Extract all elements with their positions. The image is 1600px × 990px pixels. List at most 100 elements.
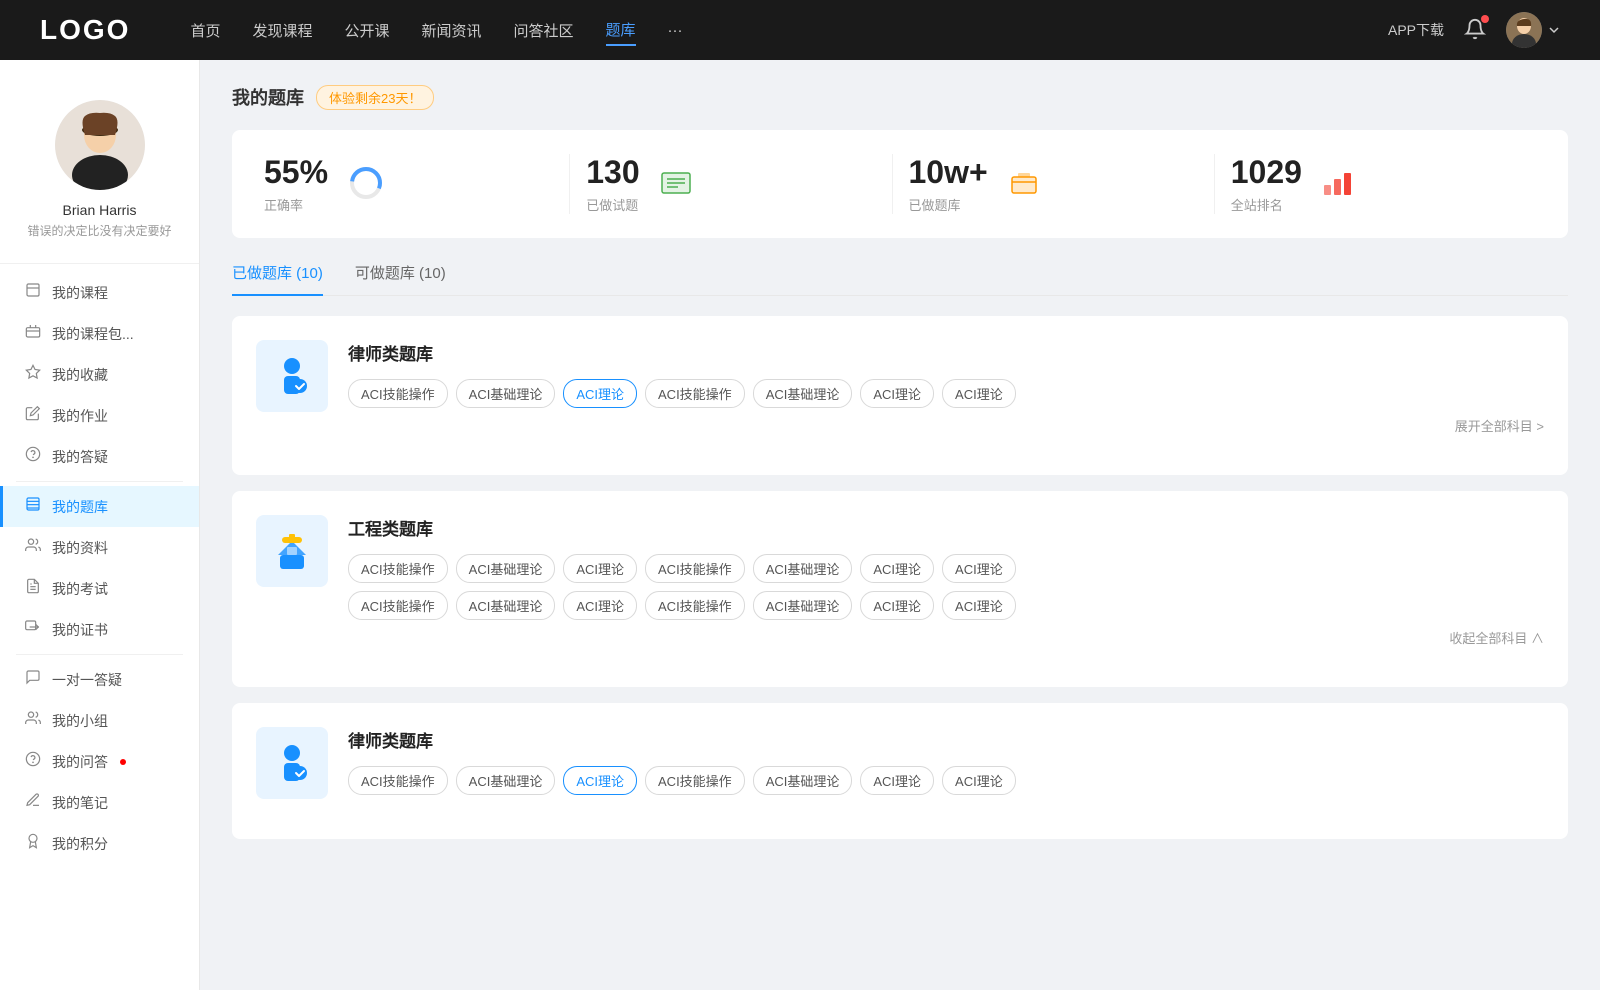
stat-banks-done-value: 10w+	[909, 154, 988, 191]
sidebar-label-my-qa: 我的问答	[52, 752, 108, 772]
course-icon	[24, 282, 42, 303]
tag-3-1[interactable]: ACI基础理论	[456, 766, 556, 795]
sidebar: Brian Harris 错误的决定比没有决定要好 我的课程 我的课程包...	[0, 60, 200, 990]
tag-2-0-1[interactable]: ACI基础理论	[456, 554, 556, 583]
star-icon	[24, 364, 42, 385]
tag-3-4[interactable]: ACI基础理论	[753, 766, 853, 795]
user-motto: 错误的决定比没有决定要好	[16, 222, 183, 239]
tab-done-banks[interactable]: 已做题库 (10)	[232, 262, 323, 295]
expand-link-1[interactable]: 展开全部科目 >	[348, 416, 1544, 435]
sidebar-item-homework[interactable]: 我的作业	[0, 395, 199, 436]
homework-icon	[24, 405, 42, 426]
stats-card: 55% 正确率 130 已做试题	[232, 130, 1568, 238]
nav-more[interactable]: ···	[668, 18, 683, 43]
sidebar-menu: 我的课程 我的课程包... 我的收藏 我的作业	[0, 272, 199, 864]
trial-badge: 体验剩余23天！	[316, 85, 434, 110]
sidebar-label-tutoring: 一对一答疑	[52, 670, 122, 690]
qbank-header-3: 律师类题库 ACI技能操作 ACI基础理论 ACI理论 ACI技能操作 ACI基…	[256, 727, 1544, 799]
page-title: 我的题库	[232, 84, 304, 110]
tag-2-0-3[interactable]: ACI技能操作	[645, 554, 745, 583]
collapse-link-2[interactable]: 收起全部科目 ∧	[348, 628, 1544, 647]
sidebar-item-exam[interactable]: 我的考试	[0, 568, 199, 609]
qbank-title-2: 工程类题库	[348, 515, 1544, 540]
qbank-content-2: 工程类题库 ACI技能操作 ACI基础理论 ACI理论 ACI技能操作 ACI基…	[348, 515, 1544, 647]
tag-2-0-0[interactable]: ACI技能操作	[348, 554, 448, 583]
main-content: 我的题库 体验剩余23天！ 55% 正确率 130	[200, 60, 1600, 990]
tag-2-0-5[interactable]: ACI理论	[860, 554, 934, 583]
tag-3-6[interactable]: ACI理论	[942, 766, 1016, 795]
tag-3-0[interactable]: ACI技能操作	[348, 766, 448, 795]
qbank-content-3: 律师类题库 ACI技能操作 ACI基础理论 ACI理论 ACI技能操作 ACI基…	[348, 727, 1544, 795]
tag-2-1-0[interactable]: ACI技能操作	[348, 591, 448, 620]
nav-news[interactable]: 新闻资讯	[422, 16, 482, 45]
app-download-button[interactable]: APP下载	[1388, 20, 1444, 40]
nav-courses[interactable]: 发现课程	[252, 16, 312, 45]
tag-3-2[interactable]: ACI理论	[563, 766, 637, 795]
sidebar-label-notes: 我的笔记	[52, 793, 108, 813]
qbank-header-1: 律师类题库 ACI技能操作 ACI基础理论 ACI理论 ACI技能操作 ACI基…	[256, 340, 1544, 435]
tag-1-5[interactable]: ACI理论	[860, 379, 934, 408]
tag-2-1-1[interactable]: ACI基础理论	[456, 591, 556, 620]
tab-available-banks[interactable]: 可做题库 (10)	[355, 262, 446, 295]
certificate-icon	[24, 619, 42, 640]
nav-open-course[interactable]: 公开课	[344, 16, 389, 45]
user-profile: Brian Harris 错误的决定比没有决定要好	[0, 80, 199, 264]
sidebar-item-tutoring[interactable]: 一对一答疑	[0, 659, 199, 700]
tag-2-1-4[interactable]: ACI基础理论	[753, 591, 853, 620]
stat-rank-label: 全站排名	[1231, 195, 1302, 214]
tag-2-1-5[interactable]: ACI理论	[860, 591, 934, 620]
qbank-title-1: 律师类题库	[348, 340, 1544, 365]
sidebar-label-exam: 我的考试	[52, 579, 108, 599]
tag-1-2[interactable]: ACI理论	[563, 379, 637, 408]
tag-1-3[interactable]: ACI技能操作	[645, 379, 745, 408]
sidebar-item-questions[interactable]: 我的答疑	[0, 436, 199, 477]
sidebar-label-group: 我的小组	[52, 711, 108, 731]
tag-2-1-2[interactable]: ACI理论	[563, 591, 637, 620]
avatar	[55, 100, 145, 190]
logo[interactable]: LOGO	[40, 14, 130, 46]
tag-2-1-6[interactable]: ACI理论	[942, 591, 1016, 620]
package-icon	[24, 323, 42, 344]
tag-1-0[interactable]: ACI技能操作	[348, 379, 448, 408]
tag-1-4[interactable]: ACI基础理论	[753, 379, 853, 408]
notification-bell[interactable]	[1464, 18, 1486, 43]
group-icon	[24, 710, 42, 731]
sidebar-item-qbank[interactable]: 我的题库	[0, 486, 199, 527]
tag-1-1[interactable]: ACI基础理论	[456, 379, 556, 408]
divider-2	[16, 654, 183, 655]
nav-home[interactable]: 首页	[190, 16, 220, 45]
stat-questions-done: 130 已做试题	[570, 154, 892, 214]
qbank-content-1: 律师类题库 ACI技能操作 ACI基础理论 ACI理论 ACI技能操作 ACI基…	[348, 340, 1544, 435]
sidebar-label-course-package: 我的课程包...	[52, 324, 134, 344]
qbank-card-1: 律师类题库 ACI技能操作 ACI基础理论 ACI理论 ACI技能操作 ACI基…	[232, 316, 1568, 475]
sidebar-label-questions: 我的答疑	[52, 447, 108, 467]
tag-2-0-6[interactable]: ACI理论	[942, 554, 1016, 583]
sidebar-item-profile[interactable]: 我的资料	[0, 527, 199, 568]
tag-3-3[interactable]: ACI技能操作	[645, 766, 745, 795]
sidebar-item-certificate[interactable]: 我的证书	[0, 609, 199, 650]
nav-qbank[interactable]: 题库	[606, 15, 636, 46]
tag-1-6[interactable]: ACI理论	[942, 379, 1016, 408]
qbank-icon-lawyer-1	[256, 340, 328, 412]
tags-row-2b: ACI技能操作 ACI基础理论 ACI理论 ACI技能操作 ACI基础理论 AC…	[348, 591, 1544, 620]
sidebar-item-my-qa[interactable]: 我的问答	[0, 741, 199, 782]
sidebar-item-group[interactable]: 我的小组	[0, 700, 199, 741]
tag-2-0-2[interactable]: ACI理论	[563, 554, 637, 583]
sidebar-item-favorites[interactable]: 我的收藏	[0, 354, 199, 395]
notes-icon	[24, 792, 42, 813]
tag-3-5[interactable]: ACI理论	[860, 766, 934, 795]
divider-1	[16, 481, 183, 482]
sidebar-label-homework: 我的作业	[52, 406, 108, 426]
qbank-card-2: 工程类题库 ACI技能操作 ACI基础理论 ACI理论 ACI技能操作 ACI基…	[232, 491, 1568, 687]
nav-qa[interactable]: 问答社区	[514, 16, 574, 45]
tag-2-0-4[interactable]: ACI基础理论	[753, 554, 853, 583]
sidebar-item-points[interactable]: 我的积分	[0, 823, 199, 864]
sidebar-item-notes[interactable]: 我的笔记	[0, 782, 199, 823]
tags-row-1: ACI技能操作 ACI基础理论 ACI理论 ACI技能操作 ACI基础理论 AC…	[348, 379, 1544, 408]
sidebar-item-my-courses[interactable]: 我的课程	[0, 272, 199, 313]
tags-row-2a: ACI技能操作 ACI基础理论 ACI理论 ACI技能操作 ACI基础理论 AC…	[348, 554, 1544, 583]
tag-2-1-3[interactable]: ACI技能操作	[645, 591, 745, 620]
user-avatar-dropdown[interactable]	[1506, 12, 1560, 48]
sidebar-item-course-package[interactable]: 我的课程包...	[0, 313, 199, 354]
qa-notification-dot	[120, 759, 126, 765]
